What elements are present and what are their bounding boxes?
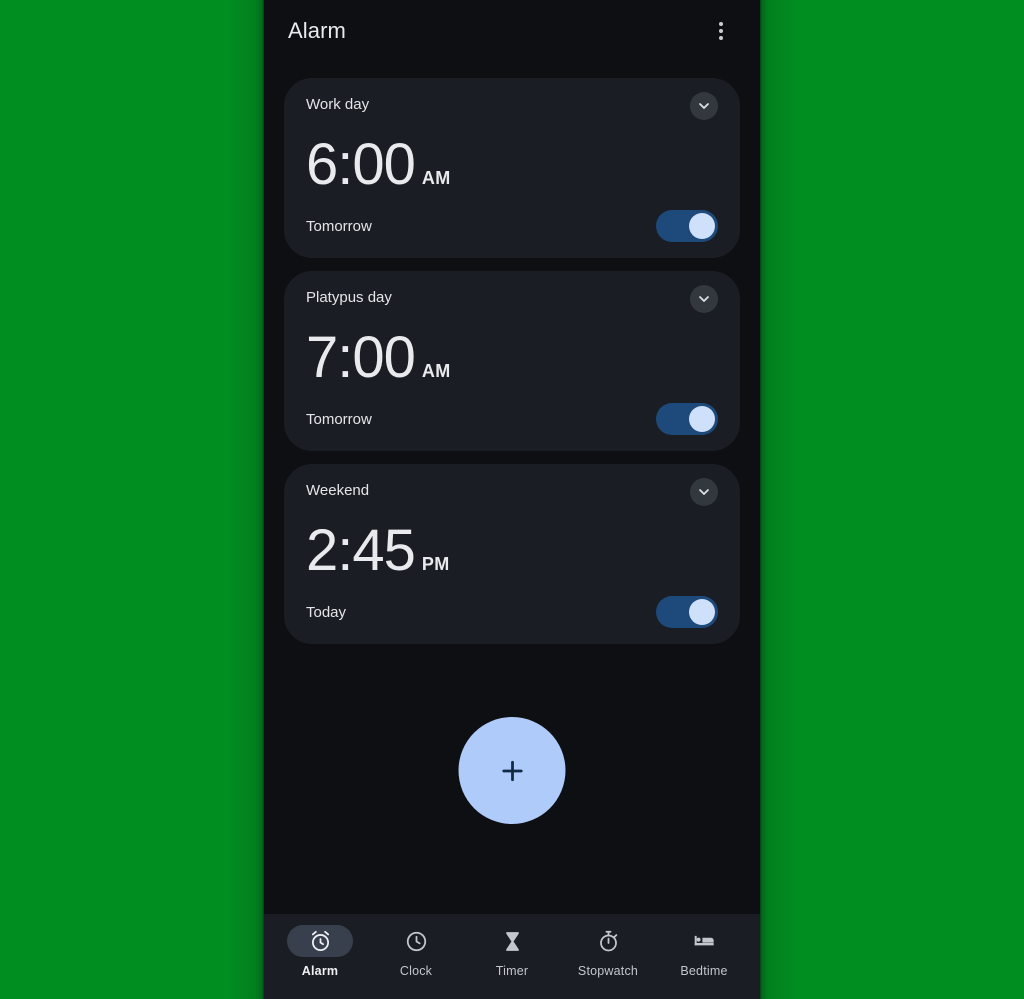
page-title: Alarm: [288, 18, 346, 43]
alarm-time-value: 2:45: [306, 518, 416, 583]
stopwatch-icon: [599, 930, 617, 951]
bottom-navigation: Alarm Clock Timer Stopwatch Bedtime: [264, 914, 760, 999]
nav-icon-wrap: [383, 925, 449, 957]
hourglass-icon: [505, 931, 519, 951]
nav-icon-wrap: [671, 925, 737, 957]
alarm-toggle[interactable]: [656, 596, 718, 628]
chevron-down-icon[interactable]: [690, 92, 718, 120]
alarm-time[interactable]: 7:00 AM: [306, 323, 718, 397]
nav-item-alarm[interactable]: Alarm: [280, 925, 360, 978]
add-alarm-button[interactable]: [458, 717, 566, 824]
alarm-card-header: Platypus day: [306, 285, 718, 317]
more-options-icon[interactable]: [704, 14, 738, 48]
phone-screen: Alarm Work day 6:00 AM Tomorrow Platypus…: [264, 0, 760, 999]
chevron-down-icon[interactable]: [690, 285, 718, 313]
alarm-toggle[interactable]: [656, 403, 718, 435]
alarm-schedule: Today: [306, 603, 347, 621]
alarm-label: Weekend: [306, 482, 370, 499]
alarm-card-footer: Tomorrow: [306, 401, 718, 437]
alarm-time-value: 6:00: [306, 132, 416, 197]
clock-icon: [406, 931, 426, 951]
alarm-toggle[interactable]: [656, 210, 718, 242]
nav-item-timer[interactable]: Timer: [472, 925, 552, 978]
nav-icon-wrap: [479, 925, 545, 957]
alarm-card-header: Weekend: [306, 478, 718, 510]
alarm-time[interactable]: 2:45 PM: [306, 516, 718, 590]
alarm-card[interactable]: Work day 6:00 AM Tomorrow: [284, 78, 740, 258]
alarm-card-footer: Today: [306, 594, 718, 630]
alarm-time-value: 7:00: [306, 325, 416, 390]
toggle-knob: [689, 213, 715, 239]
bed-icon: [694, 935, 714, 945]
nav-label-bedtime: Bedtime: [680, 964, 728, 978]
nav-item-stopwatch[interactable]: Stopwatch: [568, 925, 648, 978]
nav-active-indicator: [287, 925, 353, 957]
nav-label-alarm: Alarm: [301, 964, 339, 978]
toggle-knob: [689, 599, 715, 625]
alarm-icon: [311, 930, 329, 951]
alarm-schedule: Tomorrow: [306, 410, 372, 428]
app-bar: Alarm: [264, 0, 760, 62]
alarm-card-footer: Tomorrow: [306, 208, 718, 244]
nav-icon-wrap: [575, 925, 641, 957]
alarm-card[interactable]: Weekend 2:45 PM Today: [284, 464, 740, 644]
alarm-card-header: Work day: [306, 92, 718, 124]
toggle-knob: [689, 406, 715, 432]
alarm-label: Work day: [306, 96, 370, 113]
nav-label-clock: Clock: [399, 964, 433, 978]
nav-label-stopwatch: Stopwatch: [577, 964, 639, 978]
chevron-down-icon[interactable]: [690, 478, 718, 506]
alarm-card[interactable]: Platypus day 7:00 AM Tomorrow: [284, 271, 740, 451]
nav-item-bedtime[interactable]: Bedtime: [664, 925, 744, 978]
nav-item-clock[interactable]: Clock: [376, 925, 456, 978]
alarm-time[interactable]: 6:00 AM: [306, 130, 718, 204]
alarm-label: Platypus day: [306, 289, 392, 306]
nav-label-timer: Timer: [495, 964, 529, 978]
alarm-time-period: AM: [421, 168, 451, 188]
alarm-list: Work day 6:00 AM Tomorrow Platypus day 7…: [264, 62, 760, 914]
alarm-schedule: Tomorrow: [306, 217, 372, 235]
alarm-time-period: AM: [421, 361, 451, 381]
alarm-time-period: PM: [421, 554, 450, 574]
